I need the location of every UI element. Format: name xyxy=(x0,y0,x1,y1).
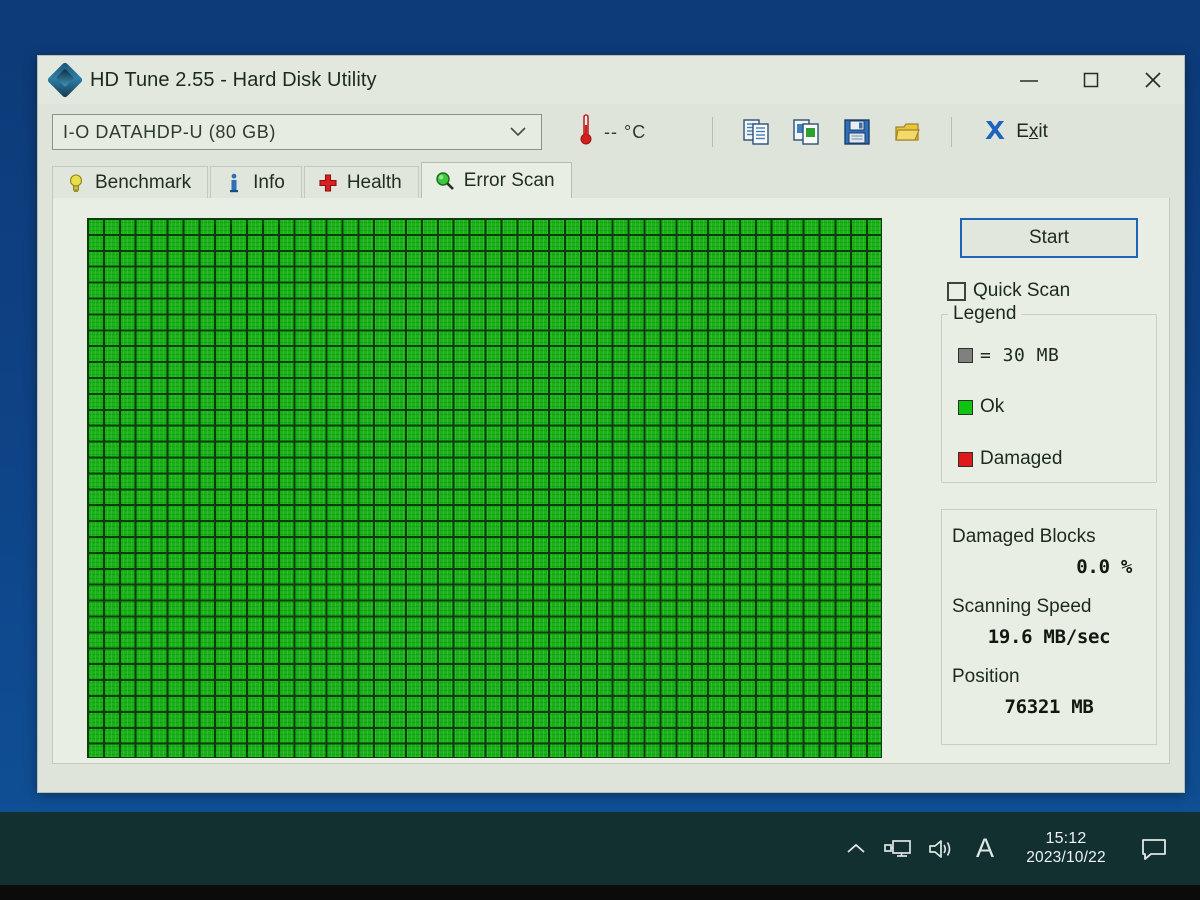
legend-item-damaged: Damaged xyxy=(958,448,1148,470)
tab-error-scan[interactable]: Error Scan xyxy=(420,162,572,198)
legend-swatch-ok xyxy=(958,399,973,415)
system-tray: A 15:12 2023/10/22 xyxy=(836,821,1200,877)
stat-damaged-blocks-label: Damaged Blocks xyxy=(952,526,1096,547)
minimize-icon[interactable] xyxy=(998,56,1060,104)
stat-scanning-speed-label: Scanning Speed xyxy=(952,596,1092,617)
block-map[interactable] xyxy=(87,218,882,758)
quick-scan-checkbox[interactable] xyxy=(947,281,966,301)
quick-scan-row[interactable]: Quick Scan xyxy=(947,280,1157,302)
tab-benchmark-label: Benchmark xyxy=(95,171,192,193)
legend-item-ok: Ok xyxy=(958,396,1148,418)
legend-label-size: = 30 MB xyxy=(980,345,1060,366)
legend-title: Legend xyxy=(948,303,1022,325)
temperature-group: -- °C xyxy=(578,113,646,152)
lightbulb-icon xyxy=(66,173,86,193)
drive-select[interactable]: I-O DATAHDP-U (80 GB) xyxy=(52,114,542,150)
exit-button[interactable]: Exit xyxy=(976,113,1054,151)
legend-swatch-size xyxy=(958,348,973,363)
tab-info[interactable]: Info xyxy=(210,166,302,198)
info-icon xyxy=(224,173,244,193)
copy-screenshot-icon[interactable] xyxy=(787,113,827,151)
stat-damaged-blocks: Damaged Blocks 0.0 % xyxy=(952,526,1146,578)
magnifier-icon xyxy=(435,171,455,191)
scan-stats-group: Damaged Blocks 0.0 % Scanning Speed 19.6… xyxy=(941,509,1157,745)
exit-button-label: Exit xyxy=(1016,121,1048,142)
stat-position-value: 76321 MB xyxy=(1004,696,1094,718)
start-button[interactable]: Start xyxy=(960,218,1138,258)
drive-select-value: I-O DATAHDP-U (80 GB) xyxy=(63,121,276,142)
toolbar-divider-1 xyxy=(712,117,714,147)
ime-indicator[interactable]: A xyxy=(964,824,1006,874)
stat-position: Position 76321 MB xyxy=(952,666,1146,718)
chevron-up-icon[interactable] xyxy=(836,824,876,874)
notification-icon[interactable] xyxy=(1126,823,1182,875)
taskbar: A 15:12 2023/10/22 xyxy=(0,812,1200,885)
tab-health-label: Health xyxy=(346,171,402,193)
chevron-down-icon xyxy=(509,124,533,141)
tab-error-scan-label: Error Scan xyxy=(463,169,555,191)
stat-scanning-speed-value: 19.6 MB/sec xyxy=(987,626,1111,648)
clock-time: 15:12 xyxy=(1045,829,1087,847)
close-icon[interactable] xyxy=(1122,56,1184,104)
error-scan-panel: Start Quick Scan Legend = 30 MB Ok Damag… xyxy=(52,198,1170,764)
stat-scanning-speed: Scanning Speed 19.6 MB/sec xyxy=(952,596,1146,648)
red-cross-icon xyxy=(318,173,338,193)
legend-item-size: = 30 MB xyxy=(958,345,1148,366)
hdtune-window: HD Tune 2.55 - Hard Disk Utility I-O DAT… xyxy=(37,55,1185,793)
legend-group: Legend = 30 MB Ok Damaged xyxy=(941,303,1157,483)
legend-swatch-damaged xyxy=(958,451,973,467)
maximize-icon[interactable] xyxy=(1060,56,1122,104)
thermometer-icon xyxy=(578,113,594,152)
save-icon[interactable] xyxy=(837,113,877,151)
stat-damaged-blocks-value: 0.0 % xyxy=(1076,556,1132,578)
hdtune-diamond-icon xyxy=(46,61,84,99)
screen-bottom-strip xyxy=(0,885,1200,900)
stat-position-label: Position xyxy=(952,666,1020,687)
title-bar: HD Tune 2.55 - Hard Disk Utility xyxy=(38,56,1184,104)
tab-info-label: Info xyxy=(253,171,285,193)
tab-strip: Benchmark Info Health Error Scan xyxy=(52,162,1170,198)
copy-icon[interactable] xyxy=(737,113,777,151)
volume-icon[interactable] xyxy=(920,824,964,874)
temperature-value: -- °C xyxy=(604,121,647,142)
legend-label-damaged: Damaged xyxy=(980,448,1063,469)
toolbar-buttons: Exit xyxy=(698,113,1054,151)
tab-health[interactable]: Health xyxy=(303,166,419,198)
exit-x-icon xyxy=(982,118,1008,147)
quick-scan-label: Quick Scan xyxy=(973,280,1071,301)
window-controls xyxy=(998,56,1184,104)
toolbar: I-O DATAHDP-U (80 GB) -- °C Exit xyxy=(38,104,1184,160)
toolbar-divider-2 xyxy=(951,117,953,147)
network-icon[interactable] xyxy=(876,824,920,874)
scan-controls-panel: Start Quick Scan Legend = 30 MB Ok Damag… xyxy=(929,198,1169,763)
folder-icon[interactable] xyxy=(887,113,927,151)
clock-date: 2023/10/22 xyxy=(1026,848,1106,866)
block-map-container xyxy=(87,218,882,758)
window-title: HD Tune 2.55 - Hard Disk Utility xyxy=(90,68,377,91)
legend-label-ok: Ok xyxy=(980,396,1005,417)
tab-benchmark[interactable]: Benchmark xyxy=(52,166,209,198)
clock[interactable]: 15:12 2023/10/22 xyxy=(1006,821,1126,877)
